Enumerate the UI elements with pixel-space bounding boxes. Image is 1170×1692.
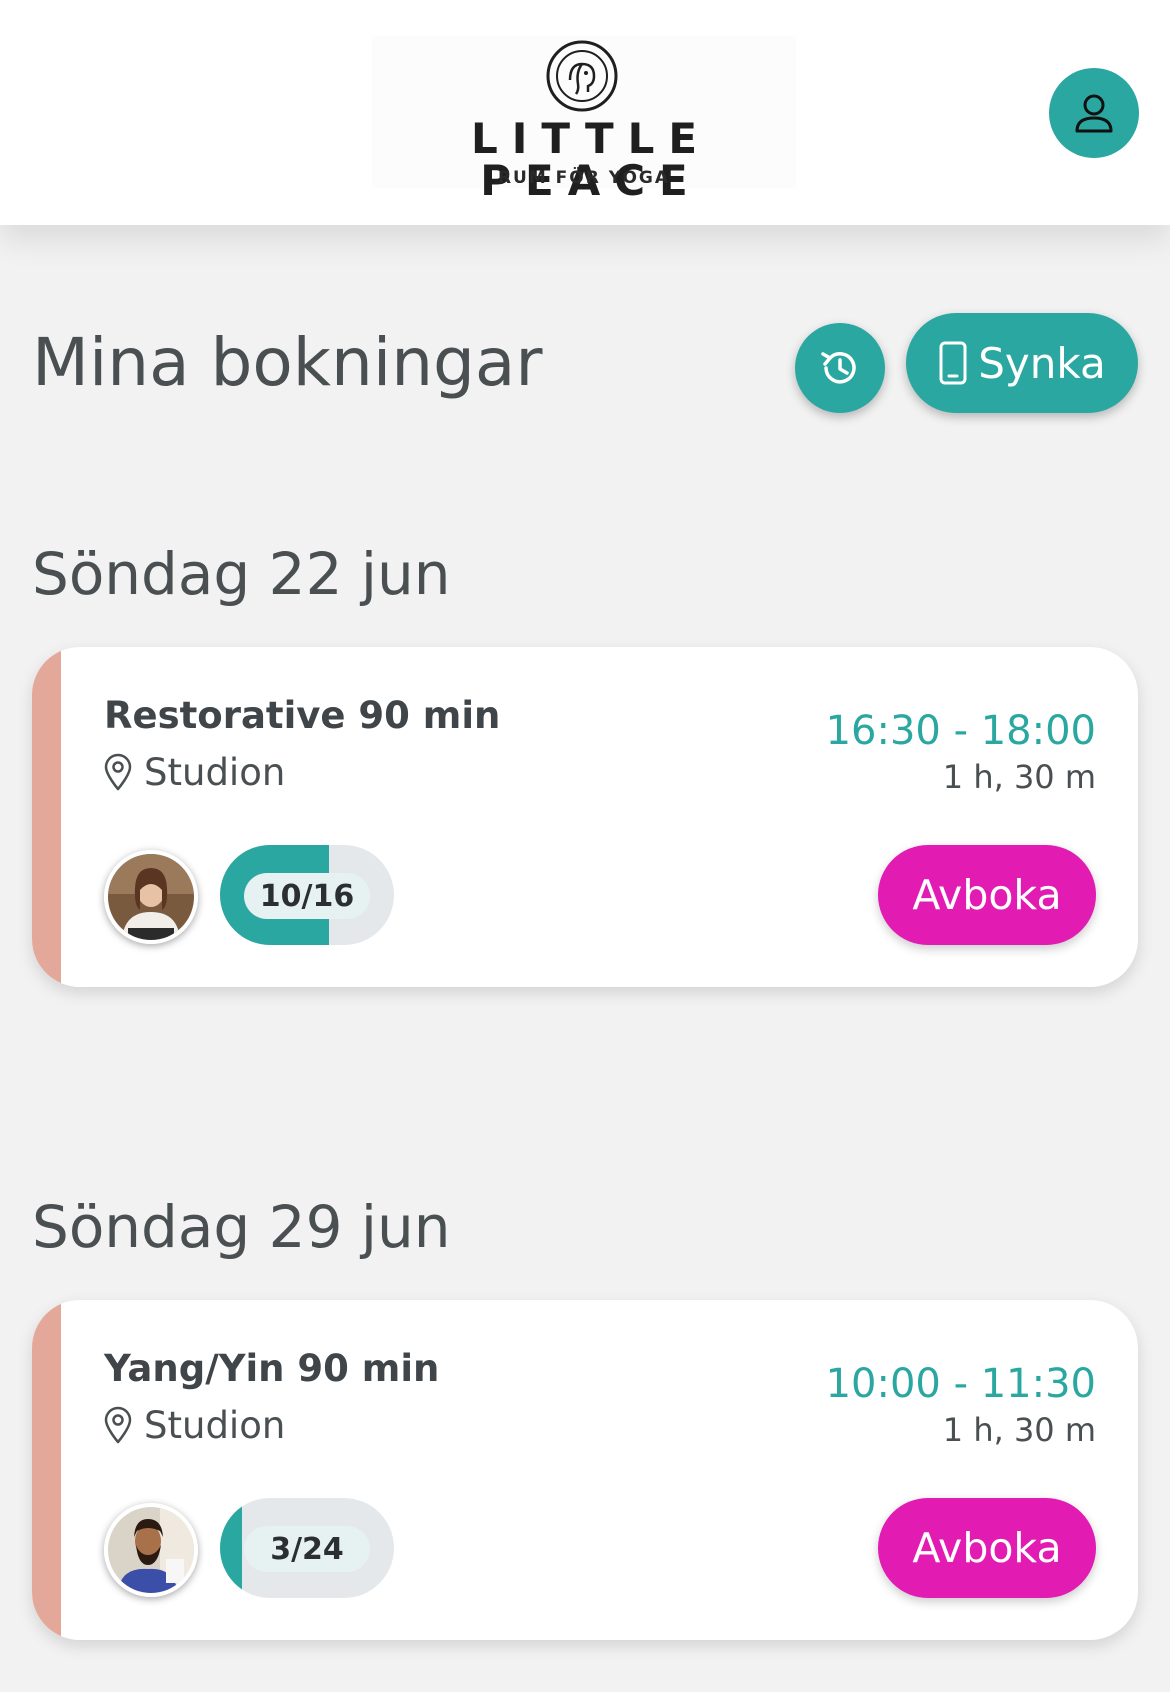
- elephant-emblem-icon: [546, 40, 618, 112]
- capacity-fill: [220, 1498, 242, 1598]
- brand-logo: LITTLE PEACE RUM FÖR YOGA: [372, 36, 796, 202]
- capacity-indicator: 10/16: [220, 845, 394, 945]
- class-location: Studion: [102, 752, 285, 792]
- sync-label: Synka: [978, 338, 1106, 388]
- sync-button[interactable]: Synka: [906, 313, 1138, 413]
- location-label: Studion: [144, 750, 286, 794]
- booking-card[interactable]: Restorative 90 min Studion 16:30 - 18:00…: [32, 647, 1138, 987]
- history-button[interactable]: [795, 323, 885, 413]
- capacity-indicator: 3/24: [220, 1498, 394, 1598]
- phone-icon: [939, 341, 967, 385]
- class-location: Studion: [102, 1405, 285, 1445]
- app-header: LITTLE PEACE RUM FÖR YOGA: [0, 0, 1170, 225]
- cancel-booking-button[interactable]: Avboka: [878, 1498, 1096, 1598]
- profile-button[interactable]: [1049, 68, 1139, 158]
- duration: 1 h, 30 m: [942, 758, 1096, 796]
- location-label: Studion: [144, 1403, 286, 1447]
- instructor-photo: [108, 1507, 194, 1593]
- card-accent-stripe: [32, 1300, 61, 1640]
- user-icon: [1075, 94, 1113, 133]
- class-name: Yang/Yin 90 min: [104, 1347, 440, 1390]
- card-accent-stripe: [32, 647, 61, 987]
- capacity-label: 10/16: [244, 873, 370, 919]
- instructor-avatar[interactable]: [104, 1503, 198, 1597]
- date-heading: Söndag 29 jun: [32, 1193, 451, 1261]
- instructor-photo: [108, 854, 194, 940]
- location-pin-icon: [104, 753, 132, 791]
- logo-name: LITTLE PEACE: [470, 114, 712, 205]
- class-name: Restorative 90 min: [104, 694, 501, 737]
- logo-tagline: RUM FÖR YOGA: [497, 168, 671, 188]
- cancel-booking-button[interactable]: Avboka: [878, 845, 1096, 945]
- time-range: 16:30 - 18:00: [825, 708, 1096, 754]
- duration: 1 h, 30 m: [942, 1411, 1096, 1449]
- instructor-avatar[interactable]: [104, 850, 198, 944]
- location-pin-icon: [104, 1406, 132, 1444]
- page-title: Mina bokningar: [32, 324, 543, 401]
- capacity-label: 3/24: [244, 1526, 370, 1572]
- date-heading: Söndag 22 jun: [32, 540, 451, 608]
- time-range: 10:00 - 11:30: [825, 1361, 1096, 1407]
- booking-card[interactable]: Yang/Yin 90 min Studion 10:00 - 11:30 1 …: [32, 1300, 1138, 1640]
- history-icon: [821, 352, 856, 384]
